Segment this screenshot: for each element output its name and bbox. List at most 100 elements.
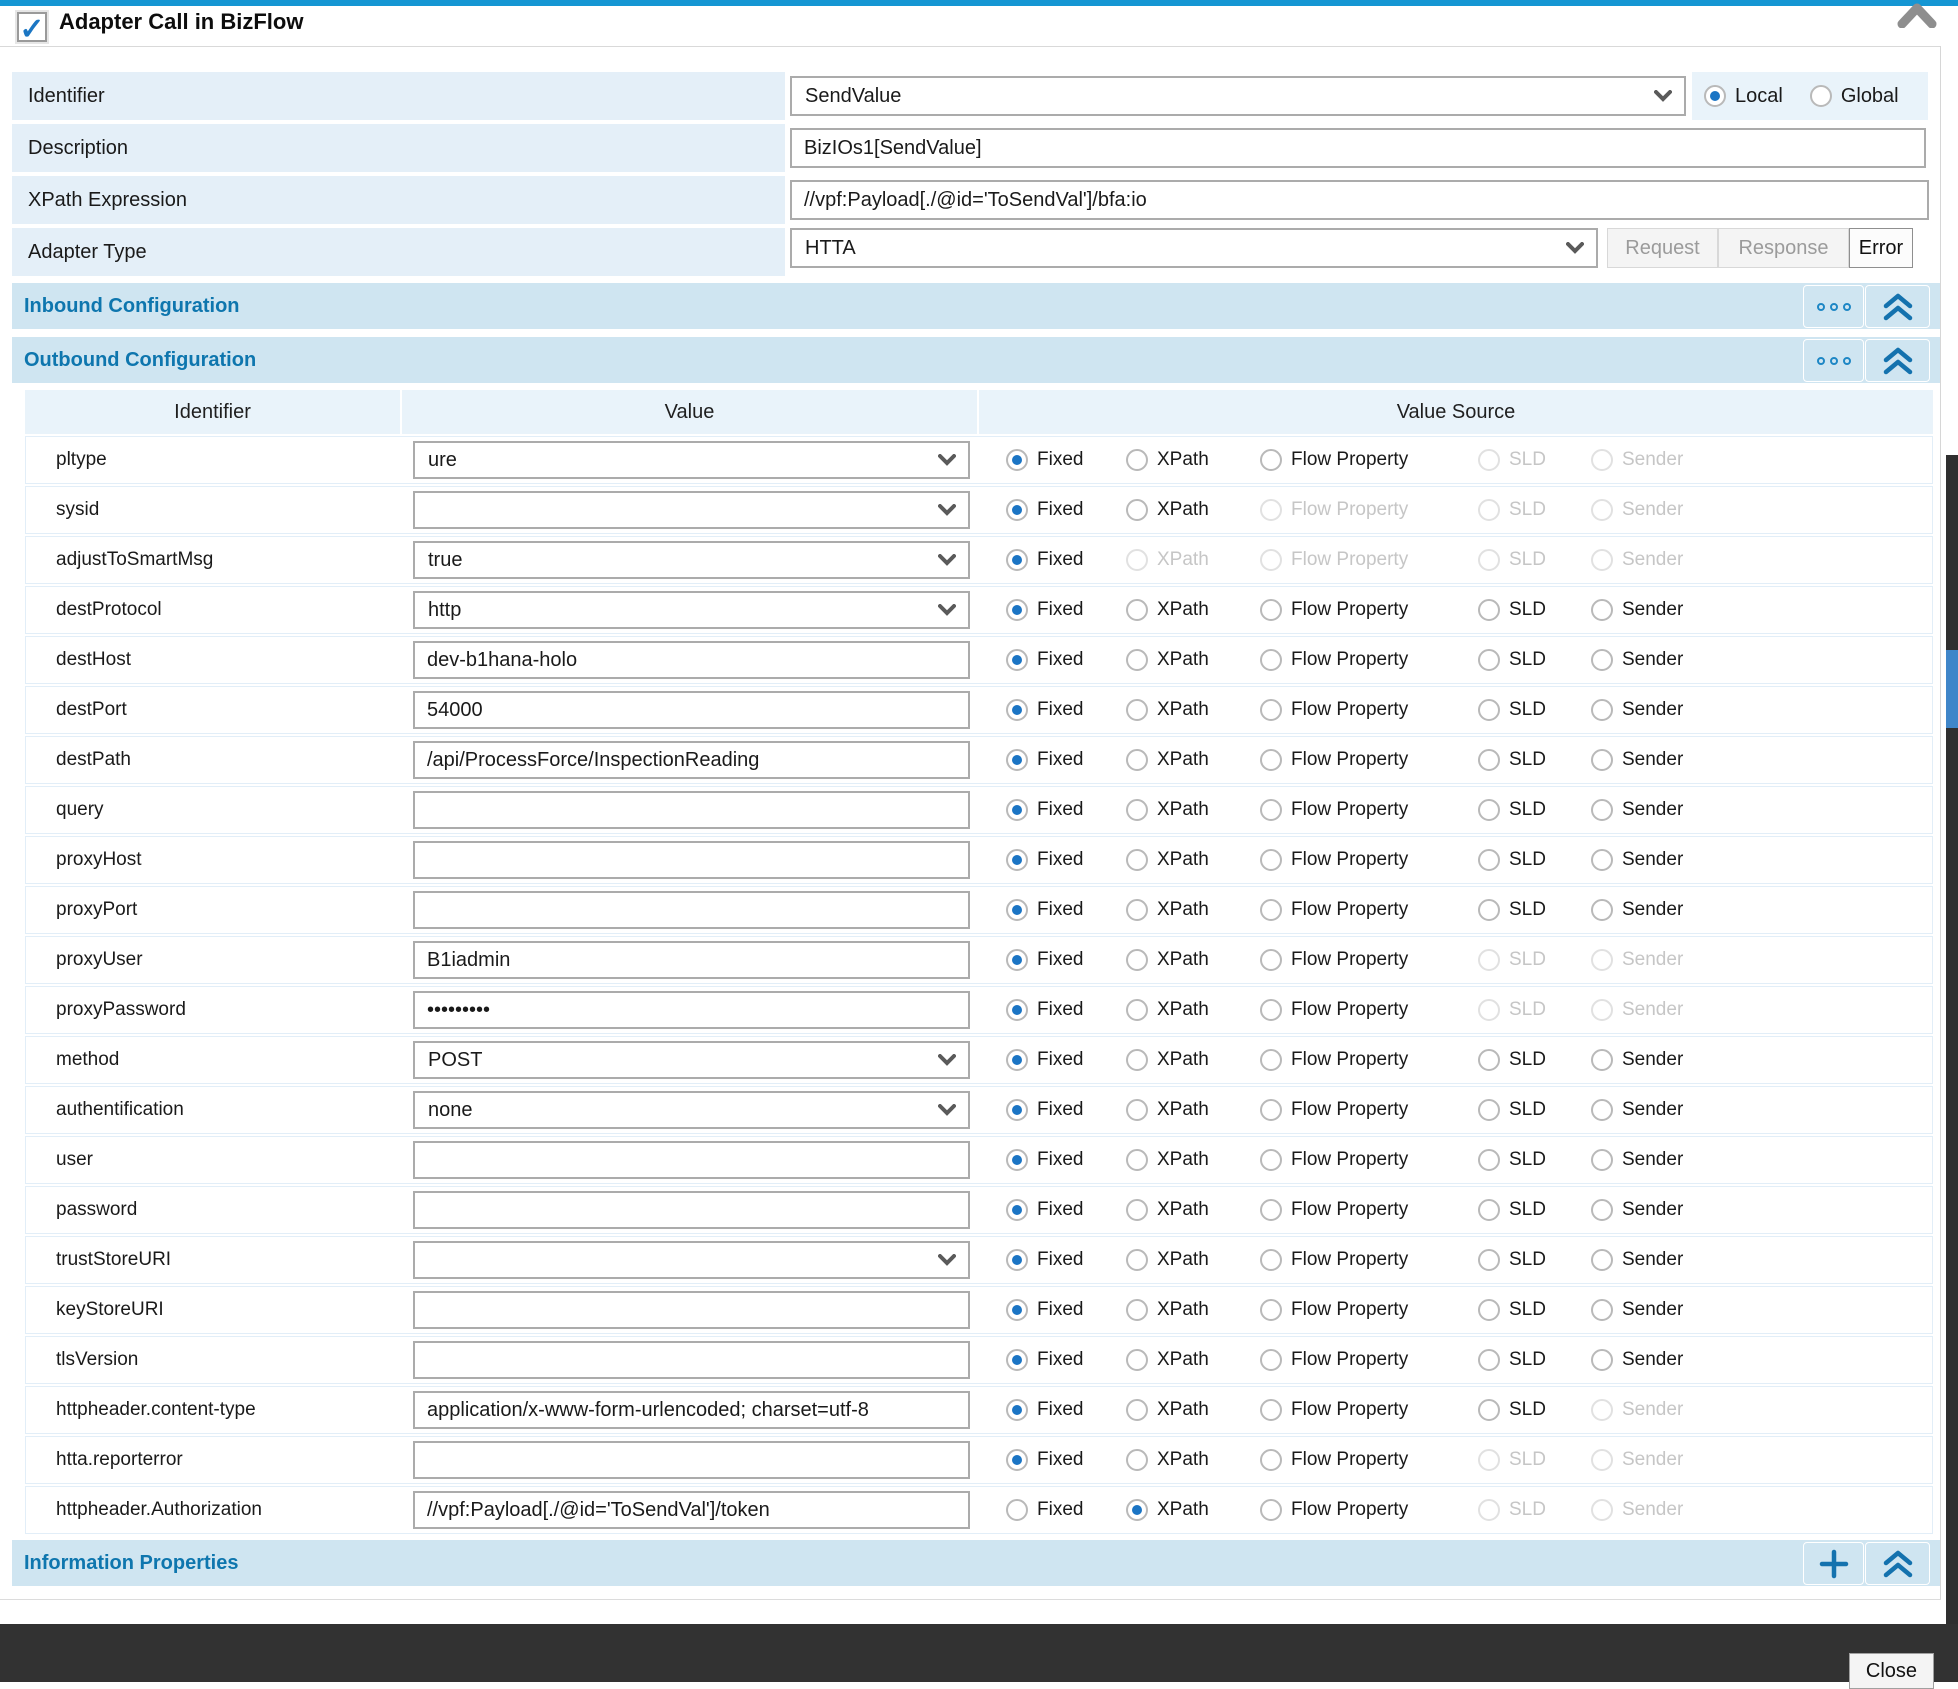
value-input-password[interactable] (413, 1191, 970, 1229)
value-input-proxyhost[interactable] (413, 841, 970, 879)
close-button[interactable]: Close (1849, 1653, 1934, 1689)
local-radio[interactable] (1704, 85, 1726, 107)
radio-flow-property[interactable] (1260, 699, 1282, 721)
radio-fixed[interactable] (1006, 1049, 1028, 1071)
radio-sld[interactable] (1478, 799, 1500, 821)
radio-xpath[interactable] (1126, 599, 1148, 621)
value-select-destprotocol[interactable]: http (413, 591, 970, 629)
inbound-more-button[interactable] (1803, 285, 1864, 328)
radio-sender[interactable] (1591, 1099, 1613, 1121)
dialog-collapse-icon[interactable] (1896, 0, 1938, 28)
radio-sender[interactable] (1591, 649, 1613, 671)
radio-xpath[interactable] (1126, 1499, 1148, 1521)
radio-fixed[interactable] (1006, 1099, 1028, 1121)
title-checkbox[interactable]: ✓ (17, 12, 47, 42)
radio-xpath[interactable] (1126, 1449, 1148, 1471)
radio-xpath[interactable] (1126, 499, 1148, 521)
radio-fixed[interactable] (1006, 1499, 1028, 1521)
radio-xpath[interactable] (1126, 849, 1148, 871)
radio-fixed[interactable] (1006, 649, 1028, 671)
page-scrollbar-thumb[interactable] (1946, 650, 1958, 728)
radio-fixed[interactable] (1006, 699, 1028, 721)
radio-fixed[interactable] (1006, 849, 1028, 871)
radio-xpath[interactable] (1126, 649, 1148, 671)
radio-flow-property[interactable] (1260, 1049, 1282, 1071)
radio-xpath[interactable] (1126, 749, 1148, 771)
radio-sld[interactable] (1478, 1199, 1500, 1221)
radio-sld[interactable] (1478, 699, 1500, 721)
radio-sld[interactable] (1478, 1049, 1500, 1071)
radio-sld[interactable] (1478, 1149, 1500, 1171)
radio-fixed[interactable] (1006, 549, 1028, 571)
xpath-input[interactable] (790, 180, 1929, 220)
radio-sld[interactable] (1478, 1349, 1500, 1371)
value-input-htta-reporterror[interactable] (413, 1441, 970, 1479)
radio-fixed[interactable] (1006, 749, 1028, 771)
radio-xpath[interactable] (1126, 949, 1148, 971)
radio-sld[interactable] (1478, 599, 1500, 621)
add-property-button[interactable] (1803, 1542, 1864, 1585)
radio-xpath[interactable] (1126, 1399, 1148, 1421)
radio-fixed[interactable] (1006, 999, 1028, 1021)
global-radio[interactable] (1810, 85, 1832, 107)
radio-xpath[interactable] (1126, 449, 1148, 471)
radio-sld[interactable] (1478, 849, 1500, 871)
identifier-select[interactable]: SendValue (790, 76, 1686, 116)
radio-flow-property[interactable] (1260, 1399, 1282, 1421)
value-select-adjusttosmartmsg[interactable]: true (413, 541, 970, 579)
radio-sld[interactable] (1478, 899, 1500, 921)
radio-sld[interactable] (1478, 749, 1500, 771)
radio-fixed[interactable] (1006, 799, 1028, 821)
radio-xpath[interactable] (1126, 799, 1148, 821)
radio-sender[interactable] (1591, 1049, 1613, 1071)
radio-xpath[interactable] (1126, 999, 1148, 1021)
radio-sender[interactable] (1591, 849, 1613, 871)
radio-xpath[interactable] (1126, 1099, 1148, 1121)
radio-sender[interactable] (1591, 1199, 1613, 1221)
radio-flow-property[interactable] (1260, 1149, 1282, 1171)
value-select-authentification[interactable]: none (413, 1091, 970, 1129)
value-input-proxyuser[interactable] (413, 941, 970, 979)
radio-flow-property[interactable] (1260, 849, 1282, 871)
radio-xpath[interactable] (1126, 1049, 1148, 1071)
radio-flow-property[interactable] (1260, 599, 1282, 621)
radio-sld[interactable] (1478, 1099, 1500, 1121)
inbound-collapse-button[interactable] (1865, 285, 1930, 328)
radio-xpath[interactable] (1126, 1299, 1148, 1321)
value-input-user[interactable] (413, 1141, 970, 1179)
radio-xpath[interactable] (1126, 1249, 1148, 1271)
radio-xpath[interactable] (1126, 1149, 1148, 1171)
radio-sender[interactable] (1591, 599, 1613, 621)
radio-fixed[interactable] (1006, 599, 1028, 621)
value-input-keystoreuri[interactable] (413, 1291, 970, 1329)
radio-fixed[interactable] (1006, 1249, 1028, 1271)
value-input-httpheader-authorization[interactable] (413, 1491, 970, 1529)
value-input-desthost[interactable] (413, 641, 970, 679)
error-button[interactable]: Error (1849, 228, 1913, 268)
radio-sender[interactable] (1591, 1299, 1613, 1321)
description-input[interactable] (790, 128, 1926, 168)
radio-fixed[interactable] (1006, 899, 1028, 921)
page-scrollbar-track[interactable] (1946, 455, 1958, 1624)
radio-sld[interactable] (1478, 649, 1500, 671)
radio-xpath[interactable] (1126, 699, 1148, 721)
radio-xpath[interactable] (1126, 899, 1148, 921)
radio-fixed[interactable] (1006, 1149, 1028, 1171)
radio-flow-property[interactable] (1260, 449, 1282, 471)
radio-flow-property[interactable] (1260, 1099, 1282, 1121)
radio-flow-property[interactable] (1260, 1199, 1282, 1221)
radio-flow-property[interactable] (1260, 949, 1282, 971)
radio-sender[interactable] (1591, 749, 1613, 771)
radio-flow-property[interactable] (1260, 799, 1282, 821)
radio-sender[interactable] (1591, 1349, 1613, 1371)
radio-flow-property[interactable] (1260, 749, 1282, 771)
radio-flow-property[interactable] (1260, 999, 1282, 1021)
radio-flow-property[interactable] (1260, 899, 1282, 921)
radio-sender[interactable] (1591, 699, 1613, 721)
radio-fixed[interactable] (1006, 499, 1028, 521)
radio-sender[interactable] (1591, 899, 1613, 921)
radio-fixed[interactable] (1006, 1199, 1028, 1221)
radio-flow-property[interactable] (1260, 1299, 1282, 1321)
radio-fixed[interactable] (1006, 1399, 1028, 1421)
radio-fixed[interactable] (1006, 1349, 1028, 1371)
